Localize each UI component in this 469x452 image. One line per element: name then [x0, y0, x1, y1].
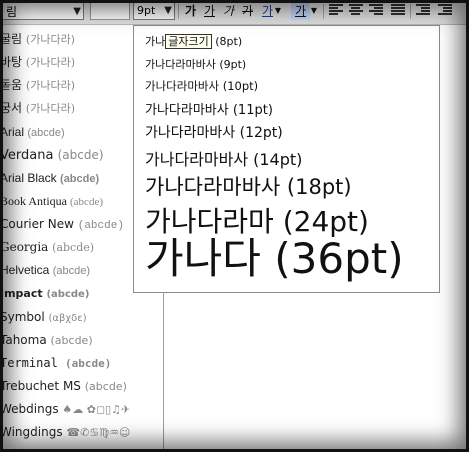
align-justify-icon[interactable]: [391, 4, 405, 16]
font-option-georgia[interactable]: Georgia (abcde): [0, 236, 94, 258]
font-option-batang[interactable]: 바탕 (가나다라): [0, 51, 75, 73]
toolbar-divider: [323, 4, 324, 19]
chevron-down-icon: ▼: [73, 6, 81, 17]
font-size-dropdown: 가나 글자크기 (8pt) 가나다라마바사 (9pt) 가나다라마바사 (10pt…: [133, 25, 440, 293]
align-right-icon[interactable]: [369, 4, 383, 16]
size-option-11pt[interactable]: 가나다라마바사 (11pt): [145, 99, 273, 118]
size-option-36pt[interactable]: 가나다 (36pt): [145, 234, 404, 284]
font-option-helvetica[interactable]: Helvetica (abcde): [0, 259, 90, 281]
underline-button[interactable]: 가: [200, 2, 219, 20]
toolbar-divider: [178, 4, 179, 19]
font-option-arial-black[interactable]: Arial Black (abcde): [0, 167, 99, 189]
size-option-12pt[interactable]: 가나다라마바사 (12pt): [145, 122, 283, 142]
font-option-gulim[interactable]: 굴림 (가나다라): [0, 28, 75, 50]
font-option-arial[interactable]: Arial (abcde): [0, 121, 65, 143]
font-family-value: 림: [6, 5, 18, 19]
size-option-8pt[interactable]: 가나 글자크기 (8pt): [145, 33, 242, 50]
italic-button[interactable]: 가: [219, 2, 238, 20]
font-option-webdings[interactable]: Webdings ♠☁ ✿◻▯♫✈: [0, 398, 130, 420]
chevron-down-icon[interactable]: ▼: [309, 2, 319, 20]
editor-toolbar: 림 ▼ 9pt ▼ 가 가 가 가 가 ▼ 가 ▼: [0, 0, 469, 25]
font-family-select[interactable]: 림 ▼: [2, 2, 84, 20]
highlight-color-button[interactable]: 가: [291, 2, 310, 20]
indent-icon[interactable]: [438, 4, 452, 16]
font-option-verdana[interactable]: Verdana (abcde): [0, 144, 104, 166]
align-center-icon[interactable]: [349, 4, 363, 16]
font-size-value: 9pt: [137, 4, 156, 17]
toolbar-divider: [410, 4, 411, 19]
font-option-trebuchet-ms[interactable]: Trebuchet MS (abcde): [0, 375, 127, 397]
size-option-10pt[interactable]: 가나다라마바사 (10pt): [145, 78, 258, 94]
outdent-icon[interactable]: [416, 4, 430, 16]
font-option-wingdings[interactable]: Wingdings ☎✆♋♍♒☺: [0, 421, 130, 443]
font-size-input[interactable]: [90, 2, 130, 20]
strikethrough-button[interactable]: 가: [238, 2, 257, 20]
font-option-symbol[interactable]: Symbol (αβχδε): [0, 306, 87, 328]
size-option-18pt[interactable]: 가나다라마바사 (18pt): [145, 171, 352, 201]
size-option-9pt[interactable]: 가나다라마바사 (9pt): [145, 56, 246, 72]
font-option-tahoma[interactable]: Tahoma (abcde): [0, 329, 93, 351]
font-option-gungseo[interactable]: 궁서 (가나다라): [0, 97, 75, 119]
tooltip: 글자크기: [165, 34, 212, 50]
font-option-dotum[interactable]: 돋움 (가나다라): [0, 74, 75, 96]
font-option-book-antiqua[interactable]: Book Antiqua (abcde): [0, 190, 103, 212]
font-option-terminal[interactable]: Terminal (abcde): [0, 352, 111, 374]
font-option-courier-new[interactable]: Courier New (abcde): [0, 213, 124, 235]
chevron-down-icon[interactable]: ▼: [273, 2, 283, 20]
chevron-down-icon: ▼: [164, 5, 172, 16]
bold-button[interactable]: 가: [181, 2, 200, 20]
font-size-select[interactable]: 9pt ▼: [133, 2, 175, 20]
align-left-icon[interactable]: [329, 4, 343, 16]
size-option-14pt[interactable]: 가나다라마바사 (14pt): [145, 146, 302, 170]
font-option-impact[interactable]: Impact (abcde): [0, 283, 89, 305]
